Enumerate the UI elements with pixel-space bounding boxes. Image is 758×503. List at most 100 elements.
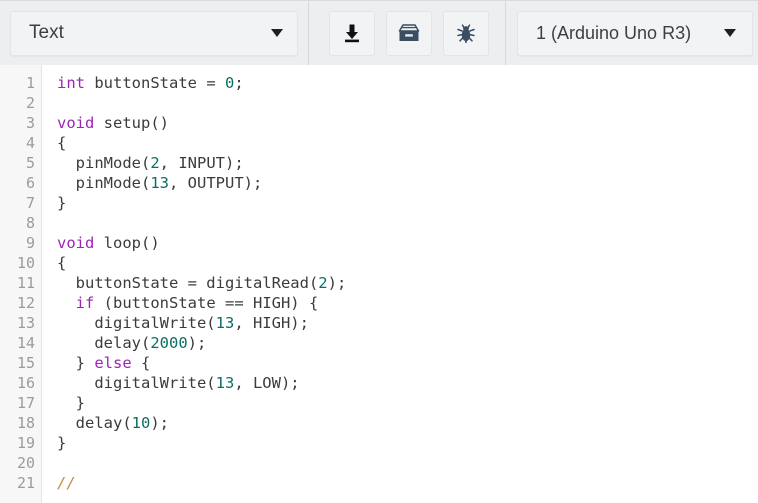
code-editor-window: Text 1 (Arduino Uno R3) 1 2 3 4 5 6 7 8 … [0, 0, 758, 503]
code-token-num: 2 [150, 154, 160, 172]
code-line: void loop() [57, 233, 758, 253]
code-area[interactable]: int buttonState = 0; void setup(){ pinMo… [42, 65, 758, 503]
code-token-num: 0 [224, 74, 235, 92]
line-number: 20 [16, 454, 35, 472]
code-token-pln: } [57, 434, 67, 452]
board-selector[interactable]: 1 (Arduino Uno R3) [517, 10, 753, 56]
code-token-num: 13 [215, 314, 235, 332]
line-number: 5 [25, 154, 35, 172]
line-number: 6 [25, 174, 35, 192]
code-token-num: 13 [215, 374, 235, 392]
code-line: pinMode(13, OUTPUT); [57, 173, 758, 193]
line-number: 17 [16, 394, 35, 412]
code-line: } [57, 193, 758, 213]
toolbar: Text 1 (Arduino Uno R3) [0, 0, 758, 66]
code-line: int buttonState = 0; [57, 73, 758, 93]
code-token-pln: pinMode( [57, 174, 151, 192]
toolbar-mode-section: Text [0, 1, 308, 65]
code-token-pln: (buttonState == HIGH) { [94, 294, 319, 312]
code-line: delay(10); [57, 413, 758, 433]
line-number: 18 [16, 414, 35, 432]
bug-icon [455, 22, 477, 44]
code-token-pln [57, 294, 76, 312]
line-number: 9 [25, 234, 35, 252]
code-token-kw: else [94, 354, 132, 372]
code-editor[interactable]: 1 2 3 4 5 6 7 8 9 10 11 12 13 14 15 16 17 18 19 20 21 int bu… [0, 65, 758, 503]
debug-button[interactable] [443, 10, 489, 56]
line-number: 8 [25, 214, 35, 232]
code-token-pln: , LOW); [234, 374, 300, 392]
code-line: } else { [57, 353, 758, 373]
code-line: // [57, 473, 758, 493]
mode-selector[interactable]: Text [10, 10, 298, 56]
code-token-pln: ); [150, 414, 169, 432]
code-line: void setup() [57, 113, 758, 133]
code-token-pln: , HIGH); [234, 314, 309, 332]
code-token-pln: { [131, 354, 151, 372]
code-token-pln: ); [187, 334, 207, 352]
code-token-pln: ; [234, 74, 244, 92]
code-token-pln: digitalWrite( [57, 374, 216, 392]
code-token-pln: delay( [57, 414, 132, 432]
line-number: 12 [16, 294, 35, 312]
code-line: } [57, 433, 758, 453]
code-token-num: 10 [131, 414, 151, 432]
code-line: } [57, 393, 758, 413]
code-line: { [57, 253, 758, 273]
code-token-pln: loop() [94, 234, 160, 252]
code-token-kw: if [75, 294, 95, 312]
code-token-num: 2 [318, 274, 328, 292]
code-line: buttonState = digitalRead(2); [57, 273, 758, 293]
code-line: pinMode(2, INPUT); [57, 153, 758, 173]
code-token-pln: } [57, 194, 67, 212]
code-token-pln: , INPUT); [159, 154, 244, 172]
code-token-kw: int [57, 74, 85, 92]
code-token-pln: buttonState = [85, 74, 225, 92]
line-number: 19 [16, 434, 35, 452]
line-number-gutter: 1 2 3 4 5 6 7 8 9 10 11 12 13 14 15 16 17 18 19 20 21 [0, 65, 42, 503]
archive-icon [397, 22, 421, 44]
board-selector-value: 1 (Arduino Uno R3) [536, 22, 692, 43]
code-token-pln: , OUTPUT); [169, 174, 263, 192]
code-token-pln: } [57, 394, 85, 412]
line-number: 3 [25, 114, 35, 132]
line-number: 13 [16, 314, 35, 332]
line-number: 7 [25, 194, 35, 212]
toolbar-board-section: 1 (Arduino Uno R3) [506, 1, 753, 65]
code-token-pln: { [57, 134, 67, 152]
line-number: 10 [16, 254, 35, 272]
code-token-pln: buttonState = digitalRead( [57, 274, 319, 292]
line-number: 1 [25, 74, 35, 92]
toolbar-actions-section [309, 1, 505, 65]
line-number: 4 [25, 134, 35, 152]
line-number: 2 [25, 94, 35, 112]
code-line: digitalWrite(13, LOW); [57, 373, 758, 393]
code-token-kw: void [57, 234, 95, 252]
code-token-num: 13 [150, 174, 169, 192]
code-token-pln: delay( [57, 334, 151, 352]
code-token-pln: digitalWrite( [57, 314, 216, 332]
code-token-kw: void [57, 114, 95, 132]
line-number: 21 [16, 474, 35, 492]
code-token-num: 2000 [150, 334, 188, 352]
code-token-com: // [57, 474, 76, 492]
line-number: 16 [16, 374, 35, 392]
chevron-down-icon [271, 29, 283, 37]
code-token-pln: { [57, 254, 67, 272]
mode-selector-value: Text [29, 22, 64, 43]
code-line: if (buttonState == HIGH) { [57, 293, 758, 313]
code-line: { [57, 133, 758, 153]
archive-button[interactable] [386, 10, 432, 56]
code-line: digitalWrite(13, HIGH); [57, 313, 758, 333]
line-number: 14 [16, 334, 35, 352]
download-button[interactable] [329, 10, 375, 56]
line-number: 11 [16, 274, 35, 292]
code-line: delay(2000); [57, 333, 758, 353]
code-token-pln: ); [327, 274, 347, 292]
chevron-down-icon [724, 29, 736, 37]
code-token-pln: pinMode( [57, 154, 151, 172]
line-number: 15 [16, 354, 35, 372]
